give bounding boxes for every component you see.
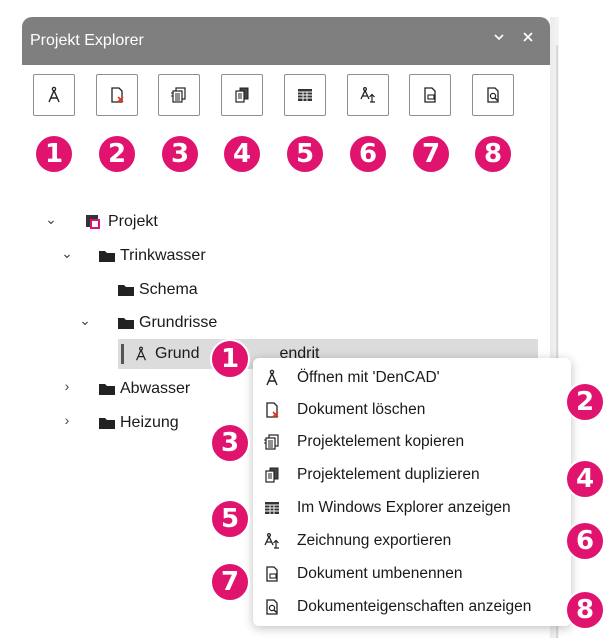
- rename-document-icon: [263, 565, 281, 583]
- callout-badge: 8: [473, 134, 513, 174]
- tree-item-label: Abwasser: [120, 380, 191, 397]
- menu-item-label: Dokument löschen: [297, 401, 426, 418]
- menu-item-windows-explorer[interactable]: Im Windows Explorer anzeigen: [253, 492, 571, 524]
- chevron-right-icon[interactable]: ›: [60, 412, 74, 428]
- duplicate-icon: [263, 466, 281, 484]
- callout-badge: 6: [348, 134, 388, 174]
- menu-item-open-dencad[interactable]: Öffnen mit 'DenCAD': [253, 362, 571, 394]
- windows-explorer-icon: [296, 86, 314, 104]
- tree-item-grundrisse[interactable]: Grundrisse: [117, 310, 217, 336]
- folder-icon: [99, 251, 115, 262]
- close-icon[interactable]: [519, 29, 537, 49]
- copy-element-icon: [263, 433, 281, 451]
- tree-item-trinkwasser[interactable]: Trinkwasser: [98, 243, 206, 269]
- windows-explorer-button[interactable]: [284, 74, 326, 116]
- callout-badge: 7: [210, 562, 250, 602]
- tree-item-label: Grund: [155, 345, 200, 362]
- duplicate-element-button[interactable]: [221, 74, 263, 116]
- export-drawing-button[interactable]: [347, 74, 389, 116]
- document-properties-button[interactable]: [472, 74, 514, 116]
- menu-item-label: Projektelement duplizieren: [297, 466, 480, 483]
- callout-badge: 4: [565, 459, 605, 499]
- tree-item-label: Grundrisse: [139, 314, 218, 331]
- compass-icon: [45, 86, 63, 104]
- document-properties-icon: [263, 598, 281, 616]
- menu-item-label: Öffnen mit 'DenCAD': [297, 369, 440, 386]
- compass-icon: [263, 369, 281, 387]
- tree-item-abwasser[interactable]: Abwasser: [98, 376, 190, 402]
- callout-badge: 6: [565, 521, 605, 561]
- callout-badge: 2: [565, 382, 605, 422]
- callout-badge: 3: [210, 423, 250, 463]
- project-icon: [86, 215, 100, 229]
- callout-badge: 5: [285, 134, 325, 174]
- open-dencad-button[interactable]: [33, 74, 75, 116]
- chevron-down-icon[interactable]: ⌄: [60, 245, 74, 262]
- folder-icon: [118, 318, 134, 329]
- tree-item-label: Projekt: [108, 213, 158, 230]
- menu-item-label: Dokumenteigenschaften anzeigen: [297, 598, 532, 615]
- callout-badge: 5: [210, 499, 250, 539]
- tree-item-schema[interactable]: Schema: [117, 277, 198, 303]
- callout-badge: 3: [160, 134, 200, 174]
- callout-badge: 1: [210, 339, 250, 379]
- callout-badge: 2: [97, 134, 137, 174]
- folder-icon: [118, 285, 134, 296]
- delete-document-icon: [263, 401, 281, 419]
- compass-icon: [133, 345, 149, 363]
- folder-icon: [99, 384, 115, 395]
- copy-element-button[interactable]: [158, 74, 200, 116]
- delete-document-icon: [108, 86, 126, 104]
- callout-badge: 7: [411, 134, 451, 174]
- menu-item-label: Im Windows Explorer anzeigen: [297, 499, 511, 516]
- delete-document-button[interactable]: [96, 74, 138, 116]
- copy-element-icon: [170, 86, 188, 104]
- tree-item-label: Schema: [139, 281, 198, 298]
- rename-document-button[interactable]: [409, 74, 451, 116]
- panel-title: Projekt Explorer: [30, 32, 144, 49]
- export-drawing-icon: [263, 532, 281, 550]
- chevron-down-icon[interactable]: ⌄: [78, 312, 92, 329]
- chevron-right-icon[interactable]: ›: [60, 378, 74, 394]
- callout-badge: 1: [34, 134, 74, 174]
- menu-item-label: Dokument umbenennen: [297, 565, 463, 582]
- export-drawing-icon: [359, 86, 377, 104]
- context-menu: Öffnen mit 'DenCAD' Dokument löschen Pro…: [253, 358, 571, 626]
- duplicate-icon: [233, 86, 251, 104]
- callout-badge: 4: [222, 134, 262, 174]
- menu-item-rename-document[interactable]: Dokument umbenennen: [253, 558, 571, 590]
- chevron-down-icon[interactable]: [490, 29, 508, 49]
- panel-titlebar: Projekt Explorer: [22, 17, 550, 65]
- callout-badge: 8: [565, 590, 605, 630]
- windows-explorer-icon: [263, 499, 281, 517]
- selection-indicator: [121, 344, 124, 364]
- tree-item-projekt[interactable]: Projekt: [84, 209, 158, 235]
- chevron-down-icon[interactable]: ⌄: [44, 211, 58, 228]
- folder-icon: [99, 418, 115, 429]
- menu-item-label: Projektelement kopieren: [297, 433, 465, 450]
- tree-item-heizung[interactable]: Heizung: [98, 410, 179, 436]
- menu-item-export-drawing[interactable]: Zeichnung exportieren: [253, 525, 571, 557]
- document-properties-icon: [484, 86, 502, 104]
- menu-item-document-properties[interactable]: Dokumenteigenschaften anzeigen: [253, 591, 571, 623]
- tree-item-label: Trinkwasser: [120, 247, 206, 264]
- tree-item-label: Heizung: [120, 414, 179, 431]
- menu-item-delete-document[interactable]: Dokument löschen: [253, 394, 571, 426]
- menu-item-label: Zeichnung exportieren: [297, 532, 452, 549]
- menu-item-copy-element[interactable]: Projektelement kopieren: [253, 426, 571, 458]
- menu-item-duplicate-element[interactable]: Projektelement duplizieren: [253, 459, 571, 491]
- rename-document-icon: [421, 86, 439, 104]
